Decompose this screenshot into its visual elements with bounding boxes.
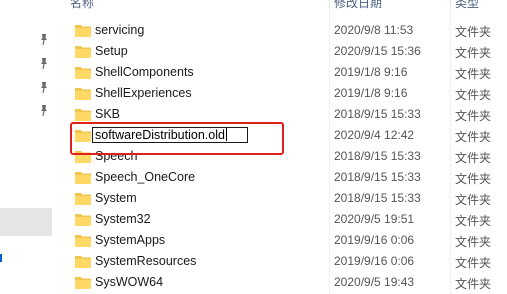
modified-date: 2020/9/4 12:42 bbox=[334, 128, 415, 142]
list-item[interactable]: System32 2020/9/5 19:51 文件夹 bbox=[60, 209, 507, 230]
modified-date: 2018/9/15 15:33 bbox=[334, 149, 421, 163]
folder-icon bbox=[75, 109, 91, 121]
column-type-header[interactable]: 类型 bbox=[455, 0, 479, 9]
folder-icon bbox=[75, 25, 91, 37]
file-name: SystemResources bbox=[95, 254, 197, 268]
pin-icon[interactable] bbox=[36, 102, 52, 118]
file-type: 文件夹 bbox=[455, 46, 492, 60]
file-type: 文件夹 bbox=[455, 256, 492, 270]
navigation-pane bbox=[0, 0, 56, 294]
column-date-header[interactable]: 修改日期 bbox=[334, 0, 382, 9]
folder-icon bbox=[75, 277, 91, 289]
nav-indicator bbox=[0, 254, 2, 262]
list-item[interactable]: servicing 2020/9/8 11:53 文件夹 bbox=[60, 20, 507, 41]
list-item[interactable]: ShellComponents 2019/1/8 9:16 文件夹 bbox=[60, 62, 507, 83]
file-name: System32 bbox=[95, 212, 151, 226]
highlight-annotation-box bbox=[70, 122, 284, 155]
folder-icon bbox=[75, 256, 91, 268]
file-type: 文件夹 bbox=[455, 151, 492, 165]
modified-date: 2018/9/15 15:33 bbox=[334, 191, 421, 205]
folder-icon bbox=[75, 46, 91, 58]
file-type: 文件夹 bbox=[455, 193, 492, 207]
list-item[interactable]: Speech_OneCore 2018/9/15 15:33 文件夹 bbox=[60, 167, 507, 188]
modified-date: 2020/9/5 19:43 bbox=[334, 275, 415, 289]
column-header: 名称 修改日期 类型 bbox=[60, 0, 507, 9]
column-divider[interactable] bbox=[329, 0, 330, 9]
folder-icon bbox=[75, 88, 91, 100]
modified-date: 2019/9/16 0:06 bbox=[334, 233, 415, 247]
folder-icon bbox=[75, 172, 91, 184]
file-type: 文件夹 bbox=[455, 109, 492, 123]
nav-selected-item[interactable] bbox=[0, 208, 52, 236]
column-name-header[interactable]: 名称 bbox=[70, 0, 94, 9]
folder-icon bbox=[75, 235, 91, 247]
modified-date: 2019/9/16 0:06 bbox=[334, 254, 415, 268]
pin-icon[interactable] bbox=[36, 31, 52, 47]
file-name: SysWOW64 bbox=[95, 275, 164, 289]
file-name: Speech_OneCore bbox=[95, 170, 196, 184]
modified-date: 2018/9/15 15:33 bbox=[334, 107, 421, 121]
file-name: Setup bbox=[95, 44, 128, 58]
file-type: 文件夹 bbox=[455, 88, 492, 102]
list-item[interactable]: ShellExperiences 2019/1/8 9:16 文件夹 bbox=[60, 83, 507, 104]
modified-date: 2019/1/8 9:16 bbox=[334, 65, 408, 79]
file-type: 文件夹 bbox=[455, 67, 492, 81]
list-item[interactable]: SystemApps 2019/9/16 0:06 文件夹 bbox=[60, 230, 507, 251]
pin-icon[interactable] bbox=[36, 55, 52, 71]
list-item[interactable]: SysWOW64 2020/9/5 19:43 文件夹 bbox=[60, 272, 507, 293]
list-item[interactable]: System 2018/9/15 15:33 文件夹 bbox=[60, 188, 507, 209]
pin-icon[interactable] bbox=[36, 79, 52, 95]
file-type: 文件夹 bbox=[455, 277, 492, 291]
file-name: ShellExperiences bbox=[95, 86, 192, 100]
file-name: ShellComponents bbox=[95, 65, 194, 79]
file-name: System bbox=[95, 191, 137, 205]
file-type: 文件夹 bbox=[455, 172, 492, 186]
file-name: servicing bbox=[95, 23, 145, 37]
column-divider[interactable] bbox=[450, 0, 451, 9]
folder-icon bbox=[75, 214, 91, 226]
modified-date: 2018/9/15 15:33 bbox=[334, 170, 421, 184]
file-type: 文件夹 bbox=[455, 130, 492, 144]
list-item[interactable]: SystemResources 2019/9/16 0:06 文件夹 bbox=[60, 251, 507, 272]
modified-date: 2019/1/8 9:16 bbox=[334, 86, 408, 100]
file-name: SKB bbox=[95, 107, 121, 121]
file-name: SystemApps bbox=[95, 233, 166, 247]
modified-date: 2020/9/8 11:53 bbox=[334, 23, 414, 37]
folder-icon bbox=[75, 193, 91, 205]
modified-date: 2020/9/15 15:36 bbox=[334, 44, 421, 58]
file-type: 文件夹 bbox=[455, 25, 492, 39]
modified-date: 2020/9/5 19:51 bbox=[334, 212, 415, 226]
file-type: 文件夹 bbox=[455, 235, 492, 249]
folder-icon bbox=[75, 67, 91, 79]
list-item[interactable]: Setup 2020/9/15 15:36 文件夹 bbox=[60, 41, 507, 62]
file-type: 文件夹 bbox=[455, 214, 492, 228]
